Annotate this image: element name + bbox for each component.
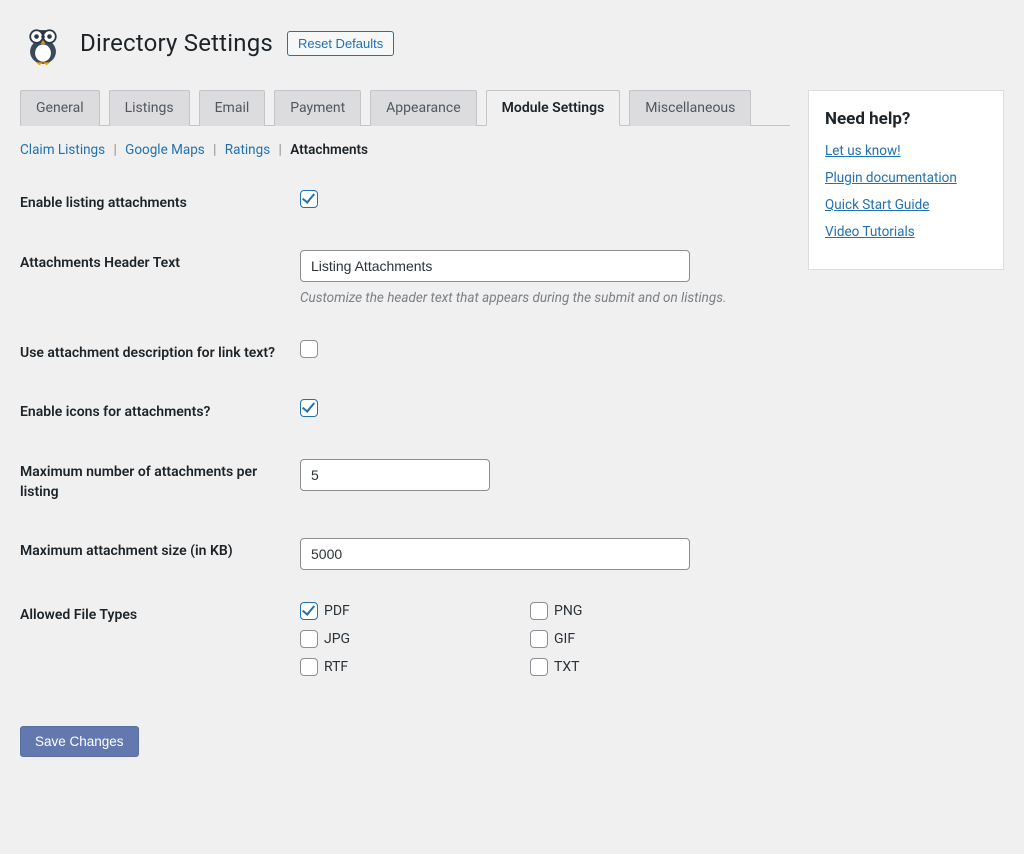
subtab-separator: |: [208, 142, 221, 158]
subtab-google-maps[interactable]: Google Maps: [125, 142, 205, 158]
file-type-label: GIF: [554, 631, 575, 647]
file-type-option[interactable]: TXT: [530, 658, 750, 676]
label-attachments-header-text: Attachments Header Text: [20, 234, 300, 324]
label-allowed-file-types: Allowed File Types: [20, 586, 300, 692]
subtab-ratings[interactable]: Ratings: [225, 142, 270, 158]
checkbox-rtf[interactable]: [300, 658, 318, 676]
subtab-separator: |: [108, 142, 121, 158]
subtab-separator: |: [274, 142, 287, 158]
label-use-description-link-text: Use attachment description for link text…: [20, 324, 300, 384]
input-max-number[interactable]: [300, 459, 490, 491]
checkbox-jpg[interactable]: [300, 630, 318, 648]
file-type-label: TXT: [554, 659, 579, 675]
tab-general[interactable]: General: [20, 90, 100, 126]
file-type-label: RTF: [324, 659, 348, 675]
checkbox-gif[interactable]: [530, 630, 548, 648]
help-link-plugin-docs[interactable]: Plugin documentation: [825, 170, 957, 186]
page-header: Directory Settings Reset Defaults: [20, 20, 1004, 66]
file-type-option[interactable]: GIF: [530, 630, 750, 648]
file-type-option[interactable]: RTF: [300, 658, 520, 676]
tab-miscellaneous[interactable]: Miscellaneous: [629, 90, 751, 126]
file-type-option[interactable]: PNG: [530, 602, 750, 620]
label-max-number: Maximum number of attachments per listin…: [20, 443, 300, 522]
allowed-file-types-grid: PDF PNG JPG: [300, 602, 780, 676]
tab-module-settings[interactable]: Module Settings: [486, 90, 621, 126]
help-link-quick-start-guide[interactable]: Quick Start Guide: [825, 197, 929, 213]
file-type-option[interactable]: JPG: [300, 630, 520, 648]
save-changes-button[interactable]: Save Changes: [20, 726, 139, 757]
settings-form: Enable listing attachments Attachments H…: [20, 174, 790, 692]
input-attachments-header-text[interactable]: [300, 250, 690, 282]
checkbox-txt[interactable]: [530, 658, 548, 676]
subtab-claim-listings[interactable]: Claim Listings: [20, 142, 105, 158]
subtab-bar: Claim Listings | Google Maps | Ratings |…: [20, 136, 790, 174]
file-type-label: PDF: [324, 603, 350, 619]
checkbox-pdf[interactable]: [300, 602, 318, 620]
help-panel: Need help? Let us know! Plugin documenta…: [808, 90, 1004, 270]
page-title: Directory Settings: [80, 29, 273, 57]
help-link-let-us-know[interactable]: Let us know!: [825, 143, 901, 159]
file-type-label: JPG: [324, 631, 350, 647]
file-type-option[interactable]: PDF: [300, 602, 520, 620]
reset-defaults-button[interactable]: Reset Defaults: [287, 31, 394, 56]
checkbox-png[interactable]: [530, 602, 548, 620]
checkbox-enable-listing-attachments[interactable]: [300, 190, 318, 208]
label-max-size-kb: Maximum attachment size (in KB): [20, 522, 300, 586]
file-type-label: PNG: [554, 603, 582, 619]
subtab-attachments[interactable]: Attachments: [290, 142, 368, 158]
checkbox-use-description-link-text[interactable]: [300, 340, 318, 358]
desc-attachments-header-text: Customize the header text that appears d…: [300, 288, 730, 308]
tab-payment[interactable]: Payment: [274, 90, 361, 126]
tab-bar: General Listings Email Payment Appearanc…: [20, 90, 790, 126]
help-title: Need help?: [825, 109, 987, 129]
label-enable-icons: Enable icons for attachments?: [20, 383, 300, 443]
help-link-video-tutorials[interactable]: Video Tutorials: [825, 224, 915, 240]
input-max-size-kb[interactable]: [300, 538, 690, 570]
tab-appearance[interactable]: Appearance: [370, 90, 476, 126]
tab-email[interactable]: Email: [199, 90, 266, 126]
label-enable-listing-attachments: Enable listing attachments: [20, 174, 300, 234]
owl-mascot-icon: [20, 20, 66, 66]
tab-listings[interactable]: Listings: [109, 90, 190, 126]
checkbox-enable-icons[interactable]: [300, 399, 318, 417]
